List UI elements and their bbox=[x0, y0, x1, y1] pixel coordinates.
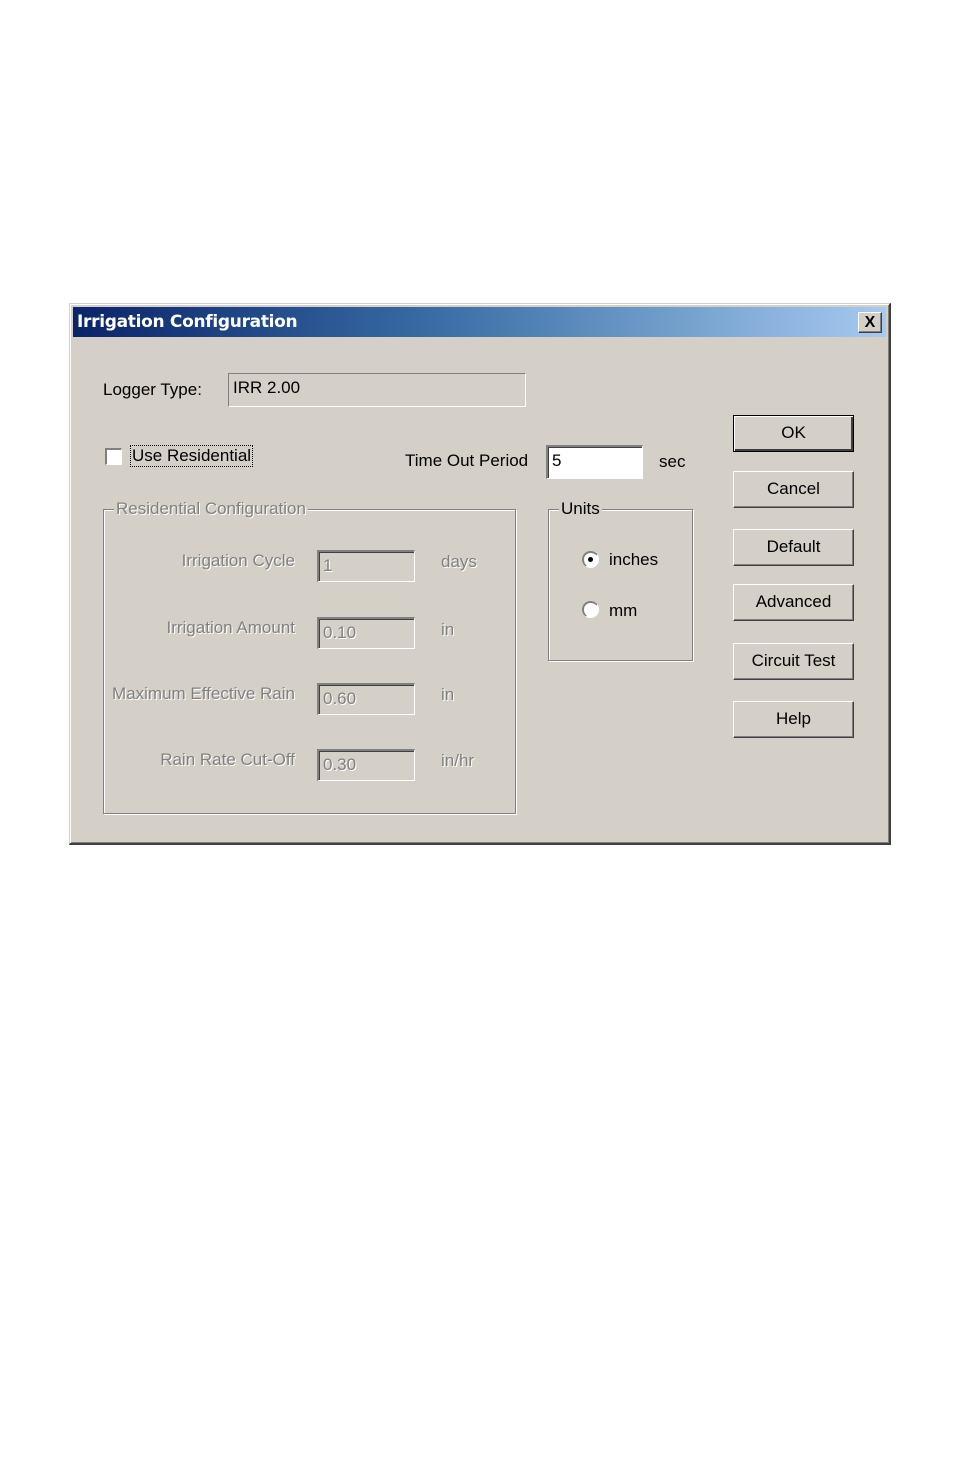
radio-selected-dot bbox=[588, 557, 593, 562]
max-effective-rain-input[interactable]: 0.60 bbox=[317, 683, 415, 715]
irrigation-amount-unit: in bbox=[441, 620, 455, 639]
units-inches-label[interactable]: inches bbox=[609, 550, 658, 570]
ok-button[interactable]: OK bbox=[733, 415, 854, 452]
advanced-button[interactable]: Advanced bbox=[733, 584, 854, 621]
irrigation-amount-input[interactable]: 0.10 bbox=[317, 617, 415, 649]
residential-configuration-legend: Residential Configuration bbox=[114, 499, 308, 519]
units-inches-radio[interactable] bbox=[582, 551, 599, 568]
title-bar[interactable]: Irrigation Configuration X bbox=[73, 307, 886, 337]
default-button[interactable]: Default bbox=[733, 529, 854, 566]
window-title: Irrigation Configuration bbox=[77, 312, 298, 332]
rain-rate-cutoff-label: Rain Rate Cut-Off bbox=[160, 750, 295, 769]
units-mm-label[interactable]: mm bbox=[609, 601, 637, 621]
use-residential-checkbox[interactable] bbox=[105, 448, 122, 465]
units-group: Units bbox=[548, 499, 693, 661]
units-legend: Units bbox=[559, 499, 602, 519]
units-mm-radio[interactable] bbox=[582, 601, 599, 618]
timeout-input[interactable]: 5 bbox=[546, 445, 643, 479]
max-effective-rain-unit: in bbox=[441, 685, 455, 704]
cancel-button[interactable]: Cancel bbox=[733, 471, 854, 508]
circuit-test-button[interactable]: Circuit Test bbox=[733, 643, 854, 680]
max-effective-rain-label: Maximum Effective Rain bbox=[112, 684, 295, 703]
help-button[interactable]: Help bbox=[733, 701, 854, 738]
close-icon: X bbox=[864, 314, 876, 331]
rain-rate-cutoff-unit: in/hr bbox=[441, 751, 475, 770]
irrigation-cycle-unit: days bbox=[441, 552, 477, 571]
rain-rate-cutoff-input[interactable]: 0.30 bbox=[317, 749, 415, 781]
timeout-unit: sec bbox=[659, 452, 686, 471]
timeout-label: Time Out Period bbox=[405, 451, 529, 470]
close-button[interactable]: X bbox=[858, 312, 882, 333]
use-residential-label[interactable]: Use Residential bbox=[129, 445, 254, 467]
irrigation-configuration-dialog: Irrigation Configuration X Logger Type: … bbox=[69, 303, 891, 845]
irrigation-cycle-input[interactable]: 1 bbox=[317, 550, 415, 582]
logger-type-field: IRR 2.00 bbox=[228, 373, 526, 407]
irrigation-cycle-label: Irrigation Cycle bbox=[181, 551, 295, 570]
irrigation-amount-label: Irrigation Amount bbox=[166, 618, 295, 637]
logger-type-label: Logger Type: bbox=[103, 380, 202, 399]
